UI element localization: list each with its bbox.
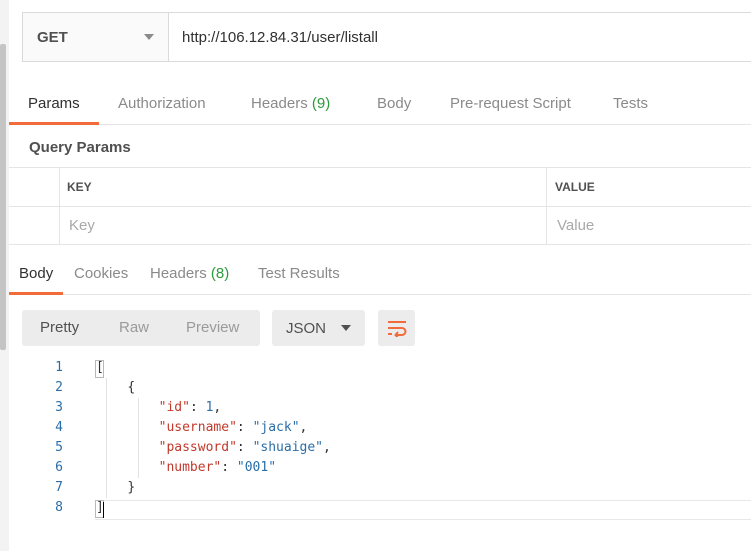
tab-label: Cookies (74, 265, 129, 282)
json-punctuation: } (127, 480, 136, 495)
tab-body[interactable]: Body (377, 85, 411, 125)
tab-label: Headers (150, 265, 207, 282)
code-line: 6 "number": "001" (9, 458, 751, 478)
code-line: 2 { (9, 378, 751, 398)
json-key: "username" (158, 420, 237, 435)
code-text: "password": "shuaige", (96, 438, 331, 458)
view-raw-button[interactable]: Raw (119, 310, 149, 346)
chevron-down-icon (341, 325, 351, 331)
request-bar: GET (22, 12, 751, 62)
key-column-header: KEY (67, 180, 92, 194)
json-value: "001" (236, 460, 277, 475)
line-number: 4 (55, 420, 63, 435)
tab-label: Pre-request Script (450, 95, 571, 112)
request-tabs: Params Authorization Headers (9) Body Pr… (9, 85, 751, 125)
query-params-title: Query Params (29, 139, 131, 156)
view-mode-group: Pretty Raw Preview (22, 310, 260, 346)
format-select[interactable]: JSON (272, 310, 365, 346)
wrap-lines-button[interactable] (378, 310, 415, 346)
code-text: "username": "jack", (96, 418, 308, 438)
json-value: "shuaige" (252, 440, 324, 455)
left-scrollbar[interactable] (0, 0, 9, 551)
tab-response-headers[interactable]: Headers (8) (150, 255, 229, 295)
line-number: 3 (55, 400, 63, 415)
tab-tests[interactable]: Tests (613, 85, 648, 125)
scrollbar-thumb[interactable] (0, 44, 6, 350)
json-punctuation: { (127, 380, 136, 395)
json-punctuation: , (299, 420, 308, 435)
chevron-down-icon (144, 34, 154, 40)
code-text: } (96, 478, 135, 498)
tab-label: Body (377, 95, 412, 112)
code-text: { (96, 378, 135, 398)
wrap-lines-icon (387, 321, 406, 337)
tab-authorization[interactable]: Authorization (118, 85, 206, 125)
tab-label: Authorization (118, 95, 206, 112)
matching-bracket-open (95, 360, 104, 378)
line-number: 6 (55, 460, 63, 475)
json-punctuation: , (323, 440, 331, 455)
tab-pre-request-script[interactable]: Pre-request Script (450, 85, 571, 125)
code-line: 3 "id": 1, (9, 398, 751, 418)
tab-test-results[interactable]: Test Results (258, 255, 340, 295)
line-number: 7 (55, 480, 63, 495)
url-input[interactable] (169, 13, 751, 61)
code-text: "id": 1, (96, 398, 222, 418)
tab-label: Tests (613, 95, 649, 112)
tab-label: Headers (251, 95, 308, 112)
code-text: "number": "001" (96, 458, 276, 478)
view-preview-button[interactable]: Preview (186, 310, 239, 346)
code-line: 7 } (9, 478, 751, 498)
json-value: "jack" (252, 420, 300, 435)
json-punctuation: : (189, 400, 206, 415)
code-line: 5 "password": "shuaige", (9, 438, 751, 458)
tab-response-body[interactable]: Body (9, 255, 64, 295)
tab-cookies[interactable]: Cookies (74, 255, 128, 295)
code-line: 1[ (9, 358, 751, 378)
active-line-highlight (95, 500, 751, 520)
text-cursor (103, 502, 104, 518)
json-punctuation: , (213, 400, 222, 415)
tab-label: Test Results (258, 265, 340, 282)
format-label: JSON (286, 319, 327, 337)
tab-params[interactable]: Params (9, 85, 99, 125)
json-key: "id" (158, 400, 190, 415)
line-number: 8 (55, 500, 63, 515)
tab-label: Params (28, 95, 80, 112)
response-tabs: Body Cookies Headers (8) Test Results (9, 255, 751, 295)
line-number: 1 (55, 360, 63, 375)
json-key: "number" (158, 460, 222, 475)
query-params-table: KEY VALUE (9, 167, 751, 245)
json-punctuation: : (221, 460, 237, 475)
view-pretty-button[interactable]: Pretty (40, 310, 79, 346)
headers-count-badge: (8) (210, 265, 230, 282)
json-key: "password" (158, 440, 237, 455)
tab-headers[interactable]: Headers (9) (251, 85, 330, 125)
line-number: 2 (55, 380, 63, 395)
tab-label: Body (19, 265, 54, 282)
method-label: GET (37, 28, 68, 46)
code-line: 4 "username": "jack", (9, 418, 751, 438)
line-number: 5 (55, 440, 63, 455)
value-column-header: VALUE (555, 180, 595, 194)
json-punctuation: : (236, 440, 253, 455)
headers-count-badge: (9) (311, 95, 331, 112)
param-value-input[interactable] (557, 207, 747, 244)
method-select[interactable]: GET (23, 13, 169, 61)
json-punctuation: : (236, 420, 253, 435)
param-key-input[interactable] (69, 207, 539, 244)
